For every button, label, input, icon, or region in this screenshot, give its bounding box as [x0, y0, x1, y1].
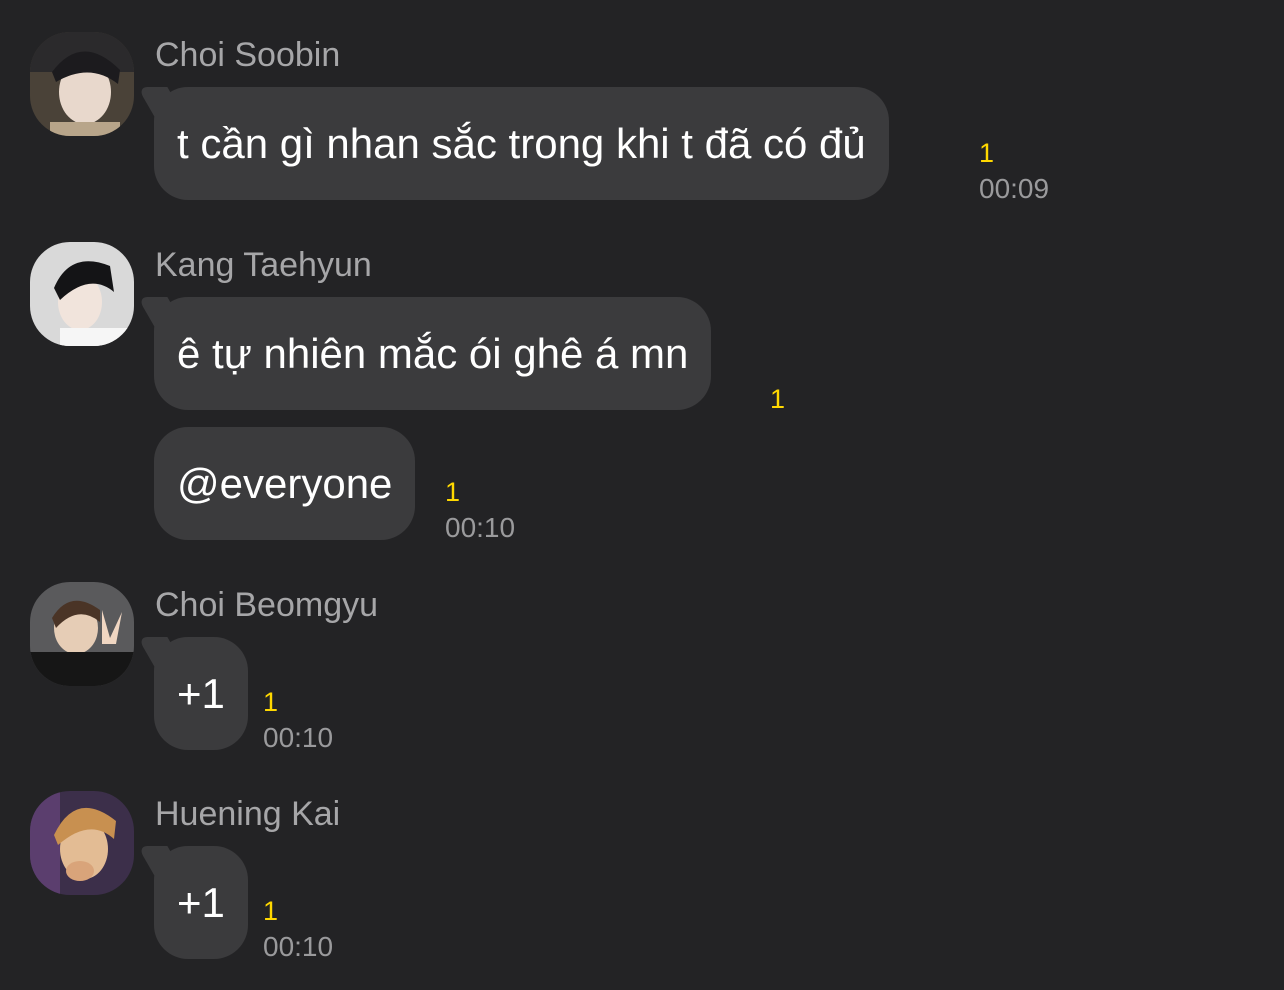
message-bubble[interactable]: ê tự nhiên mắc ói ghê á mn: [154, 297, 712, 410]
message-text: +1: [177, 879, 225, 926]
profile-photo-icon: [30, 32, 134, 136]
avatar-huening-kai[interactable]: [30, 791, 134, 895]
sender-name: Choi Beomgyu: [155, 586, 379, 624]
message-text: ê tự nhiên mắc ói ghê á mn: [177, 330, 689, 377]
message-bubble[interactable]: +1: [154, 637, 248, 750]
message-timestamp: 00:10: [263, 722, 334, 753]
unread-count: 1: [770, 384, 786, 414]
unread-count: 1: [445, 477, 461, 507]
unread-count: 1: [979, 138, 995, 168]
avatar-kang-taehyun[interactable]: [30, 242, 134, 346]
sender-name: Choi Soobin: [155, 36, 341, 74]
profile-photo-icon: [30, 242, 134, 346]
message-timestamp: 00:10: [445, 512, 516, 543]
message-bubble[interactable]: @everyone: [154, 427, 416, 540]
message-text: +1: [177, 670, 225, 717]
unread-count: 1: [263, 896, 279, 926]
unread-count: 1: [263, 687, 279, 717]
message-timestamp: 00:10: [263, 931, 334, 962]
sender-name: Kang Taehyun: [155, 246, 372, 284]
message-bubble[interactable]: t cần gì nhan sắc trong khi t đã có đủ: [154, 87, 889, 200]
chat-message-list: Choi Soobin t cần gì nhan sắc trong khi …: [0, 0, 1284, 990]
profile-photo-icon: [30, 791, 134, 895]
message-text: t cần gì nhan sắc trong khi t đã có đủ: [177, 120, 866, 167]
avatar-choi-beomgyu[interactable]: [30, 582, 134, 686]
message-text: @everyone: [177, 460, 393, 507]
message-bubble[interactable]: +1: [154, 846, 248, 959]
message-timestamp: 00:09: [979, 173, 1050, 204]
profile-photo-icon: [30, 582, 134, 686]
sender-name: Huening Kai: [155, 795, 341, 833]
avatar-choi-soobin[interactable]: [30, 32, 134, 136]
